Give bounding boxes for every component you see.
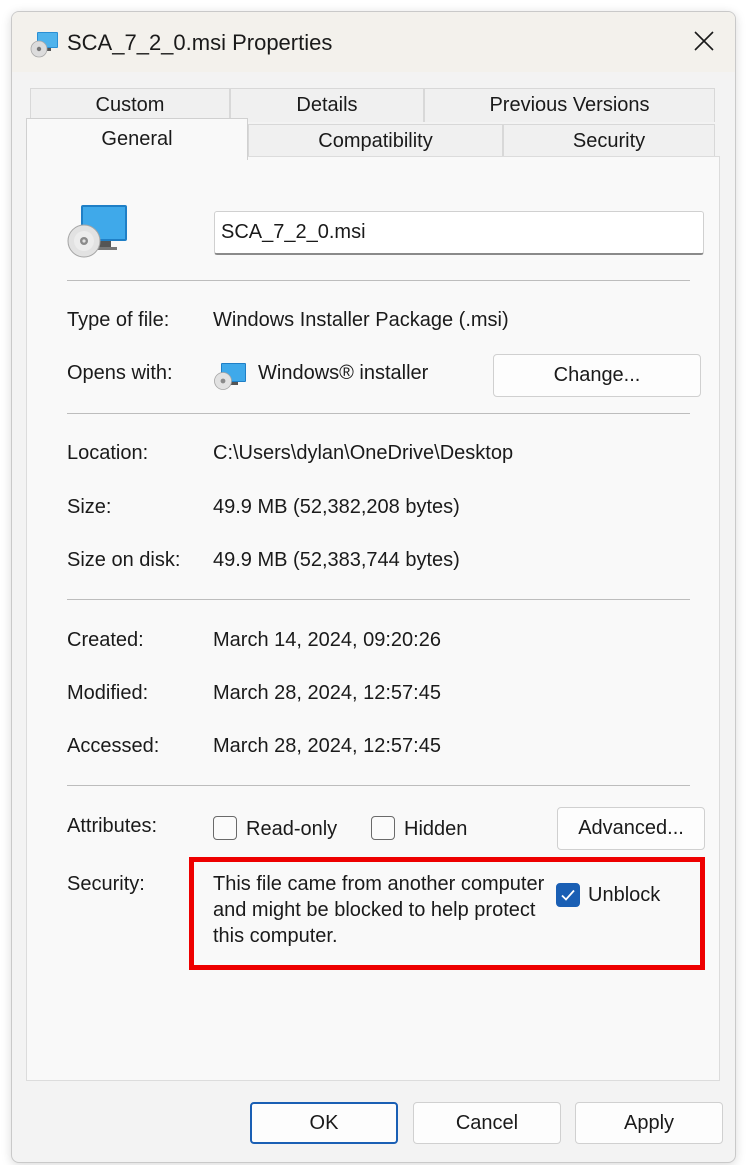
attributes-label: Attributes: xyxy=(67,815,158,837)
accessed-label: Accessed: xyxy=(67,735,160,757)
apply-button[interactable]: Apply xyxy=(575,1102,723,1144)
title-bar: SCA_7_2_0.msi Properties xyxy=(12,12,735,72)
security-label: Security: xyxy=(67,873,145,895)
advanced-button[interactable]: Advanced... xyxy=(557,807,705,850)
read-only-label[interactable]: Read-only xyxy=(246,816,337,842)
tab-security[interactable]: Security xyxy=(503,124,715,158)
tab-general[interactable]: General xyxy=(26,118,248,160)
close-button[interactable] xyxy=(673,12,735,70)
location-label: Location: xyxy=(67,442,149,464)
tab-compatibility[interactable]: Compatibility xyxy=(248,124,503,158)
type-label: Type of file: xyxy=(67,309,170,331)
hidden-checkbox[interactable] xyxy=(371,816,395,840)
tab-label: Previous Versions xyxy=(489,94,650,116)
size-on-disk-value: 49.9 MB (52,383,744 bytes) xyxy=(213,549,460,571)
file-name-input[interactable] xyxy=(214,211,704,255)
checkmark-icon xyxy=(561,889,575,901)
installer-icon xyxy=(214,363,246,390)
window-title: SCA_7_2_0.msi Properties xyxy=(67,30,333,55)
file-icon xyxy=(67,205,127,258)
security-message: This file came from another computer and… xyxy=(213,873,545,947)
modified-value: March 28, 2024, 12:57:45 xyxy=(213,682,441,704)
read-only-checkbox[interactable] xyxy=(213,816,237,840)
tab-label: Compatibility xyxy=(318,130,433,152)
tab-label: General xyxy=(101,128,173,150)
separator xyxy=(67,280,690,281)
tab-label: Custom xyxy=(95,94,165,116)
created-value: March 14, 2024, 09:20:26 xyxy=(213,629,441,651)
created-label: Created: xyxy=(67,629,144,651)
size-label: Size: xyxy=(67,496,112,518)
separator xyxy=(67,413,690,414)
type-value: Windows Installer Package (.msi) xyxy=(213,309,509,331)
separator xyxy=(67,599,690,600)
size-on-disk-label: Size on disk: xyxy=(67,549,181,571)
unblock-checkbox[interactable] xyxy=(556,883,580,907)
unblock-label[interactable]: Unblock xyxy=(588,882,660,908)
separator xyxy=(67,785,690,786)
hidden-label[interactable]: Hidden xyxy=(404,816,467,842)
close-icon xyxy=(694,31,714,51)
properties-window: SCA_7_2_0.msi Properties Custom Details … xyxy=(11,11,736,1163)
size-value: 49.9 MB (52,382,208 bytes) xyxy=(213,496,460,518)
general-panel: Type of file: Windows Installer Package … xyxy=(26,156,720,1081)
accessed-value: March 28, 2024, 12:57:45 xyxy=(213,735,441,757)
tab-custom[interactable]: Custom xyxy=(30,88,230,122)
tab-previous-versions[interactable]: Previous Versions xyxy=(424,88,715,122)
tab-label: Security xyxy=(572,130,646,152)
tab-details[interactable]: Details xyxy=(230,88,424,122)
opens-with-label: Opens with: xyxy=(67,362,173,384)
installer-icon xyxy=(30,32,58,58)
ok-button[interactable]: OK xyxy=(250,1102,398,1144)
location-value: C:\Users\dylan\OneDrive\Desktop xyxy=(213,442,514,464)
tab-label: Details xyxy=(296,94,358,116)
cancel-button[interactable]: Cancel xyxy=(413,1102,561,1144)
opens-with-value: Windows® installer xyxy=(258,362,429,384)
change-button[interactable]: Change... xyxy=(493,354,701,397)
modified-label: Modified: xyxy=(67,682,149,704)
